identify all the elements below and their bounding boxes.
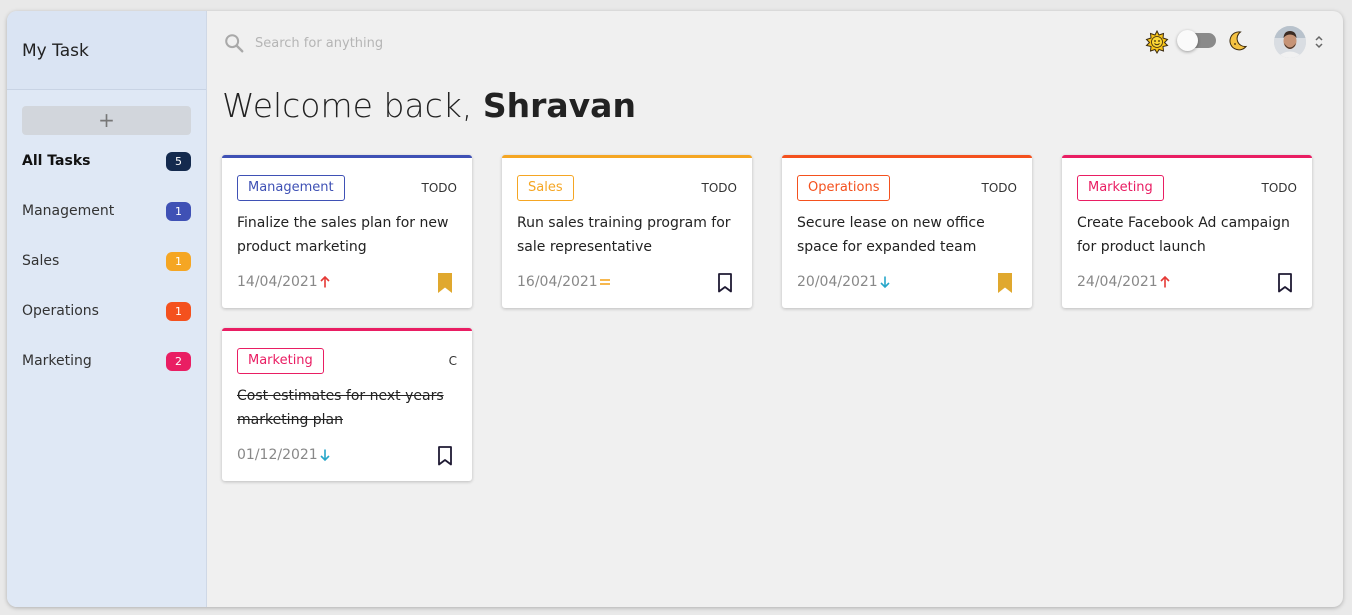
task-title: Create Facebook Ad campaign for product … bbox=[1077, 215, 1290, 255]
task-due-date: 24/04/2021 bbox=[1077, 274, 1158, 290]
chevron-up-down-icon[interactable] bbox=[1313, 33, 1325, 51]
main-content: Welcome back, Shravan Management TODO Fi… bbox=[207, 11, 1343, 607]
sidebar-header: My Task bbox=[7, 11, 206, 90]
count-badge: 1 bbox=[166, 201, 191, 221]
sidebar-item-label: All Tasks bbox=[22, 153, 91, 169]
task-status: C bbox=[448, 354, 457, 368]
user-avatar-image bbox=[1274, 26, 1306, 58]
add-task-button[interactable]: + bbox=[22, 106, 191, 135]
toggle-knob bbox=[1177, 30, 1198, 51]
priority-high-icon bbox=[1160, 275, 1170, 288]
bookmark-icon[interactable] bbox=[716, 272, 734, 294]
priority-high-icon bbox=[320, 275, 330, 288]
sidebar-item-sales[interactable]: Sales 1 bbox=[22, 250, 191, 272]
welcome-heading: Welcome back, Shravan bbox=[222, 86, 636, 125]
search-input[interactable] bbox=[255, 32, 575, 54]
bookmark-icon[interactable] bbox=[1276, 272, 1294, 294]
sidebar-item-all-tasks[interactable]: All Tasks 5 bbox=[22, 150, 191, 172]
task-due-date: 14/04/2021 bbox=[237, 274, 318, 290]
task-status: TODO bbox=[1261, 181, 1297, 195]
sun-icon bbox=[1145, 30, 1169, 54]
sidebar: My Task + All Tasks 5 Management 1 Sales… bbox=[7, 11, 207, 607]
sidebar-item-label: Management bbox=[22, 203, 115, 219]
count-badge: 1 bbox=[166, 251, 191, 271]
app-title: My Task bbox=[22, 41, 89, 61]
bookmark-icon[interactable] bbox=[436, 272, 454, 294]
task-status: TODO bbox=[981, 181, 1017, 195]
task-card[interactable]: Marketing TODO Create Facebook Ad campai… bbox=[1062, 155, 1312, 308]
task-title: Secure lease on new office space for exp… bbox=[797, 215, 985, 255]
bookmark-icon[interactable] bbox=[436, 445, 454, 467]
priority-low-icon bbox=[880, 276, 890, 289]
app-window: My Task + All Tasks 5 Management 1 Sales… bbox=[7, 11, 1343, 607]
task-title: Cost estimates for next years marketing … bbox=[237, 388, 444, 428]
task-card[interactable]: Management TODO Finalize the sales plan … bbox=[222, 155, 472, 308]
count-badge: 5 bbox=[166, 151, 191, 171]
task-status: TODO bbox=[421, 181, 457, 195]
sidebar-item-label: Marketing bbox=[22, 353, 92, 369]
category-tag-management[interactable]: Management bbox=[237, 175, 345, 201]
sidebar-item-operations[interactable]: Operations 1 bbox=[22, 300, 191, 322]
task-card[interactable]: Marketing C Cost estimates for next year… bbox=[222, 328, 472, 481]
task-due-date: 01/12/2021 bbox=[237, 447, 318, 463]
category-tag-operations[interactable]: Operations bbox=[797, 175, 891, 201]
theme-toggle[interactable] bbox=[1177, 30, 1216, 51]
task-status: TODO bbox=[701, 181, 737, 195]
category-tag-marketing[interactable]: Marketing bbox=[237, 348, 324, 374]
task-title: Finalize the sales plan for new product … bbox=[237, 215, 449, 255]
bookmark-icon[interactable] bbox=[996, 272, 1014, 294]
category-tag-sales[interactable]: Sales bbox=[517, 175, 574, 201]
moon-icon bbox=[1229, 31, 1248, 51]
count-badge: 1 bbox=[166, 301, 191, 321]
search-icon bbox=[225, 34, 244, 53]
count-badge: 2 bbox=[166, 351, 191, 371]
priority-medium-icon bbox=[600, 279, 610, 285]
sidebar-item-label: Operations bbox=[22, 303, 99, 319]
user-name: Shravan bbox=[482, 86, 636, 125]
task-due-date: 20/04/2021 bbox=[797, 274, 878, 290]
sidebar-item-label: Sales bbox=[22, 253, 60, 269]
category-tag-marketing[interactable]: Marketing bbox=[1077, 175, 1164, 201]
sidebar-item-management[interactable]: Management 1 bbox=[22, 200, 191, 222]
task-title: Run sales training program for sale repr… bbox=[517, 215, 731, 255]
welcome-greeting: Welcome back, bbox=[222, 86, 473, 125]
priority-low-icon bbox=[320, 449, 330, 462]
task-card[interactable]: Operations TODO Secure lease on new offi… bbox=[782, 155, 1032, 308]
task-card[interactable]: Sales TODO Run sales training program fo… bbox=[502, 155, 752, 308]
avatar[interactable] bbox=[1274, 26, 1306, 58]
task-due-date: 16/04/2021 bbox=[517, 274, 598, 290]
sidebar-item-marketing[interactable]: Marketing 2 bbox=[22, 350, 191, 372]
